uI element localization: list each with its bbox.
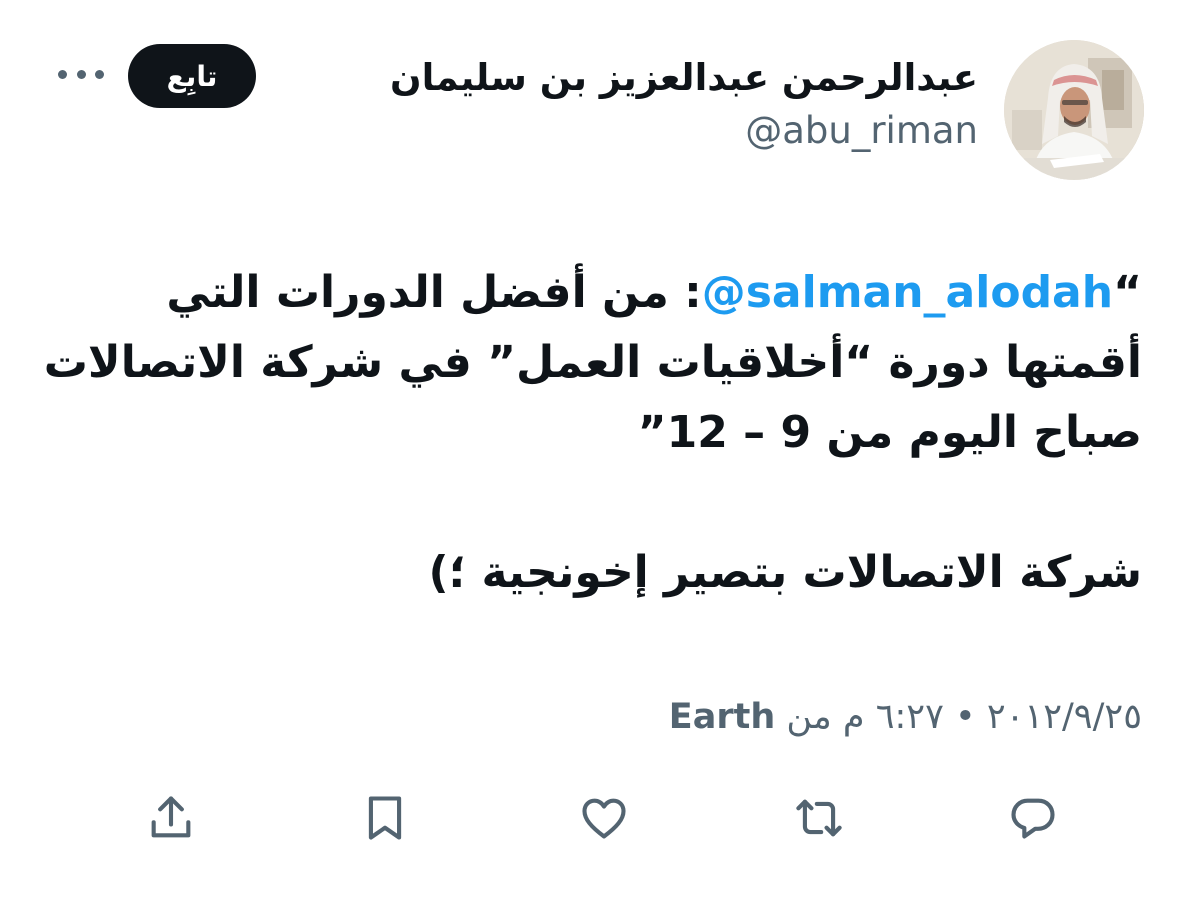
action-bar xyxy=(0,786,1200,850)
open-quote: “ xyxy=(1113,267,1142,318)
dot xyxy=(58,69,67,79)
reply-icon[interactable] xyxy=(1005,790,1061,846)
user-name-block[interactable]: عبدالرحمن عبدالعزيز بن سليمان @abu_riman xyxy=(390,52,978,158)
tweet-line-3: صباح اليوم من 9 – 12” xyxy=(637,407,1142,458)
source-label[interactable]: Earth xyxy=(669,697,775,737)
tweet-meta: ٢٠١٢/٩/٢٥ • ٦:٢٧ م من Earth xyxy=(669,692,1142,742)
tweet-text: “@salman_alodah: من أفضل الدورات التي أق… xyxy=(32,258,1142,608)
mention-link[interactable]: @salman_alodah xyxy=(702,267,1113,318)
share-icon[interactable] xyxy=(143,790,199,846)
timestamp[interactable]: ٢٠١٢/٩/٢٥ • ٦:٢٧ م xyxy=(843,697,1142,737)
user-handle[interactable]: @abu_riman xyxy=(390,104,978,158)
dot xyxy=(76,69,86,79)
tweet-line-1-text: : من أفضل الدورات التي xyxy=(166,267,702,318)
display-name[interactable]: عبدالرحمن عبدالعزيز بن سليمان xyxy=(390,52,978,104)
retweet-icon[interactable] xyxy=(791,790,847,846)
tweet-line-4: شركة الاتصالات بتصير إخونجية ؛) xyxy=(428,547,1142,598)
follow-button[interactable]: تابِع xyxy=(128,44,256,108)
from-label: من xyxy=(786,697,832,737)
heart-icon[interactable] xyxy=(576,790,632,846)
tweet-line-1: “@salman_alodah: من أفضل الدورات التي xyxy=(32,258,1142,328)
more-icon[interactable] xyxy=(58,64,104,84)
bookmark-icon[interactable] xyxy=(357,790,413,846)
dot xyxy=(95,69,104,79)
avatar[interactable] xyxy=(1004,40,1144,180)
tweet-line-2: أقمتها دورة “أخلاقيات العمل” في شركة الا… xyxy=(43,337,1142,388)
